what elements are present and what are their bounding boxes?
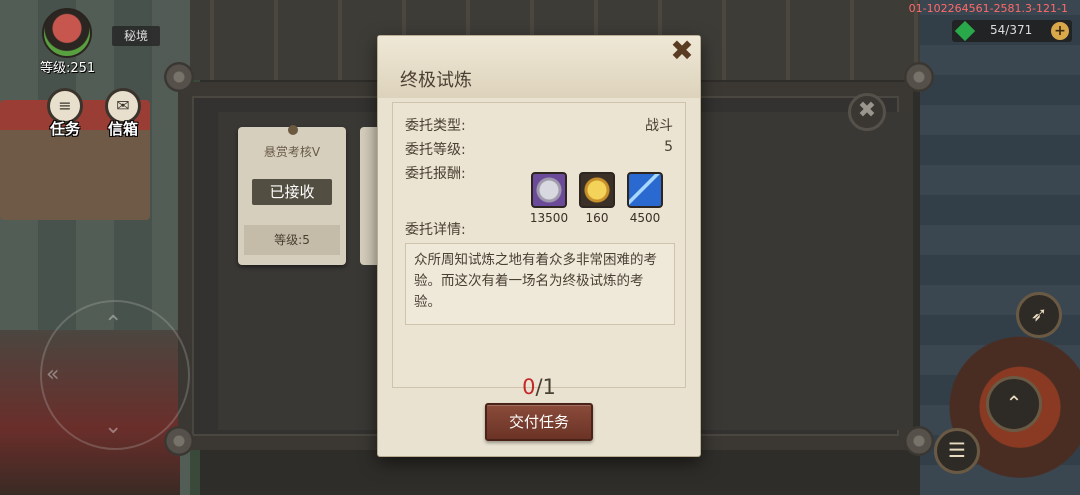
mail-button[interactable]: ✉ 信箱 — [100, 88, 146, 140]
reward-amount: 4500 — [629, 211, 661, 225]
area-label[interactable]: 秘境 — [112, 26, 160, 46]
progress-total: /1 — [535, 375, 556, 399]
ticket-icon — [627, 172, 663, 208]
add-gem-button[interactable]: + — [1051, 22, 1069, 40]
submit-quest-button[interactable]: 交付任务 — [485, 403, 593, 441]
mission-card[interactable]: 悬赏考核Ⅴ 已接收 等级:5 — [238, 125, 346, 265]
gun-icon: ➶ — [1030, 302, 1048, 326]
rank-up-button[interactable]: ⌃ — [986, 376, 1042, 432]
dialog-title: 终极试炼 — [400, 70, 472, 91]
reward-item[interactable]: 160 — [579, 172, 615, 225]
mission-card-level: 等级:5 — [244, 225, 340, 255]
bolt-icon — [164, 426, 194, 456]
mission-card-title: 悬赏考核Ⅴ — [263, 145, 321, 159]
mail-button-label: 信箱 — [107, 120, 138, 138]
progress-indicator: 0/1 — [393, 375, 685, 399]
reward-item[interactable]: 4500 — [627, 172, 663, 225]
type-label: 委托类型: — [405, 118, 466, 134]
bolt-icon — [164, 62, 194, 92]
dialog-body: 委托类型: 战斗 委托等级: 5 委托报酬: 13500 160 4500 委托… — [392, 102, 686, 399]
level-value: 5 — [664, 139, 673, 155]
reward-item[interactable]: 13500 — [530, 172, 568, 225]
arrow-up-icon: ⌃ — [104, 312, 123, 337]
arrow-down-icon: ⌄ — [104, 414, 123, 439]
gold-coin-icon — [579, 172, 615, 208]
mission-card-status: 已接收 — [252, 179, 332, 205]
movement-joystick[interactable]: ⌃ « ⌄ — [40, 300, 190, 450]
player-avatar[interactable] — [42, 8, 92, 58]
bolt-icon — [904, 426, 934, 456]
reward-label: 委托报酬: — [405, 166, 466, 182]
level-label: 委托等级: — [405, 142, 466, 158]
mission-card[interactable] — [360, 127, 380, 265]
arrow-left-icon: « — [46, 362, 60, 387]
silver-coin-icon — [531, 172, 567, 208]
gem-count: 54/371 — [990, 23, 1033, 37]
type-value: 战斗 — [645, 118, 673, 134]
quest-dialog: 终极试炼 ✖ 委托类型: 战斗 委托等级: 5 委托报酬: 13500 160 … — [378, 36, 700, 456]
menu-button[interactable]: ☰ — [934, 428, 980, 474]
chevron-up-icon: ⌃ — [1005, 391, 1023, 415]
gem-counter: 54/371 + — [952, 20, 1072, 42]
weapon-button[interactable]: ➶ — [1016, 292, 1062, 338]
pin-icon — [288, 125, 298, 135]
list-icon: ☰ — [948, 438, 966, 462]
gem-icon — [954, 20, 976, 42]
detail-label: 委托详情: — [405, 222, 466, 238]
progress-current: 0 — [522, 375, 536, 399]
build-id: 01-102264561-2581.3-121-1 — [908, 2, 1068, 15]
player-level: 等级:251 — [40, 61, 96, 76]
detail-text: 众所周知试炼之地有着众多非常困难的考验。而这次有着一场名为终极试炼的考验。 — [405, 243, 675, 325]
dialog-close-button[interactable]: ✖ — [668, 37, 696, 66]
bolt-icon — [904, 62, 934, 92]
task-button[interactable]: ≡ 任务 — [42, 88, 88, 140]
task-button-label: 任务 — [49, 120, 80, 138]
board-close-button[interactable]: ✖ — [848, 93, 886, 131]
